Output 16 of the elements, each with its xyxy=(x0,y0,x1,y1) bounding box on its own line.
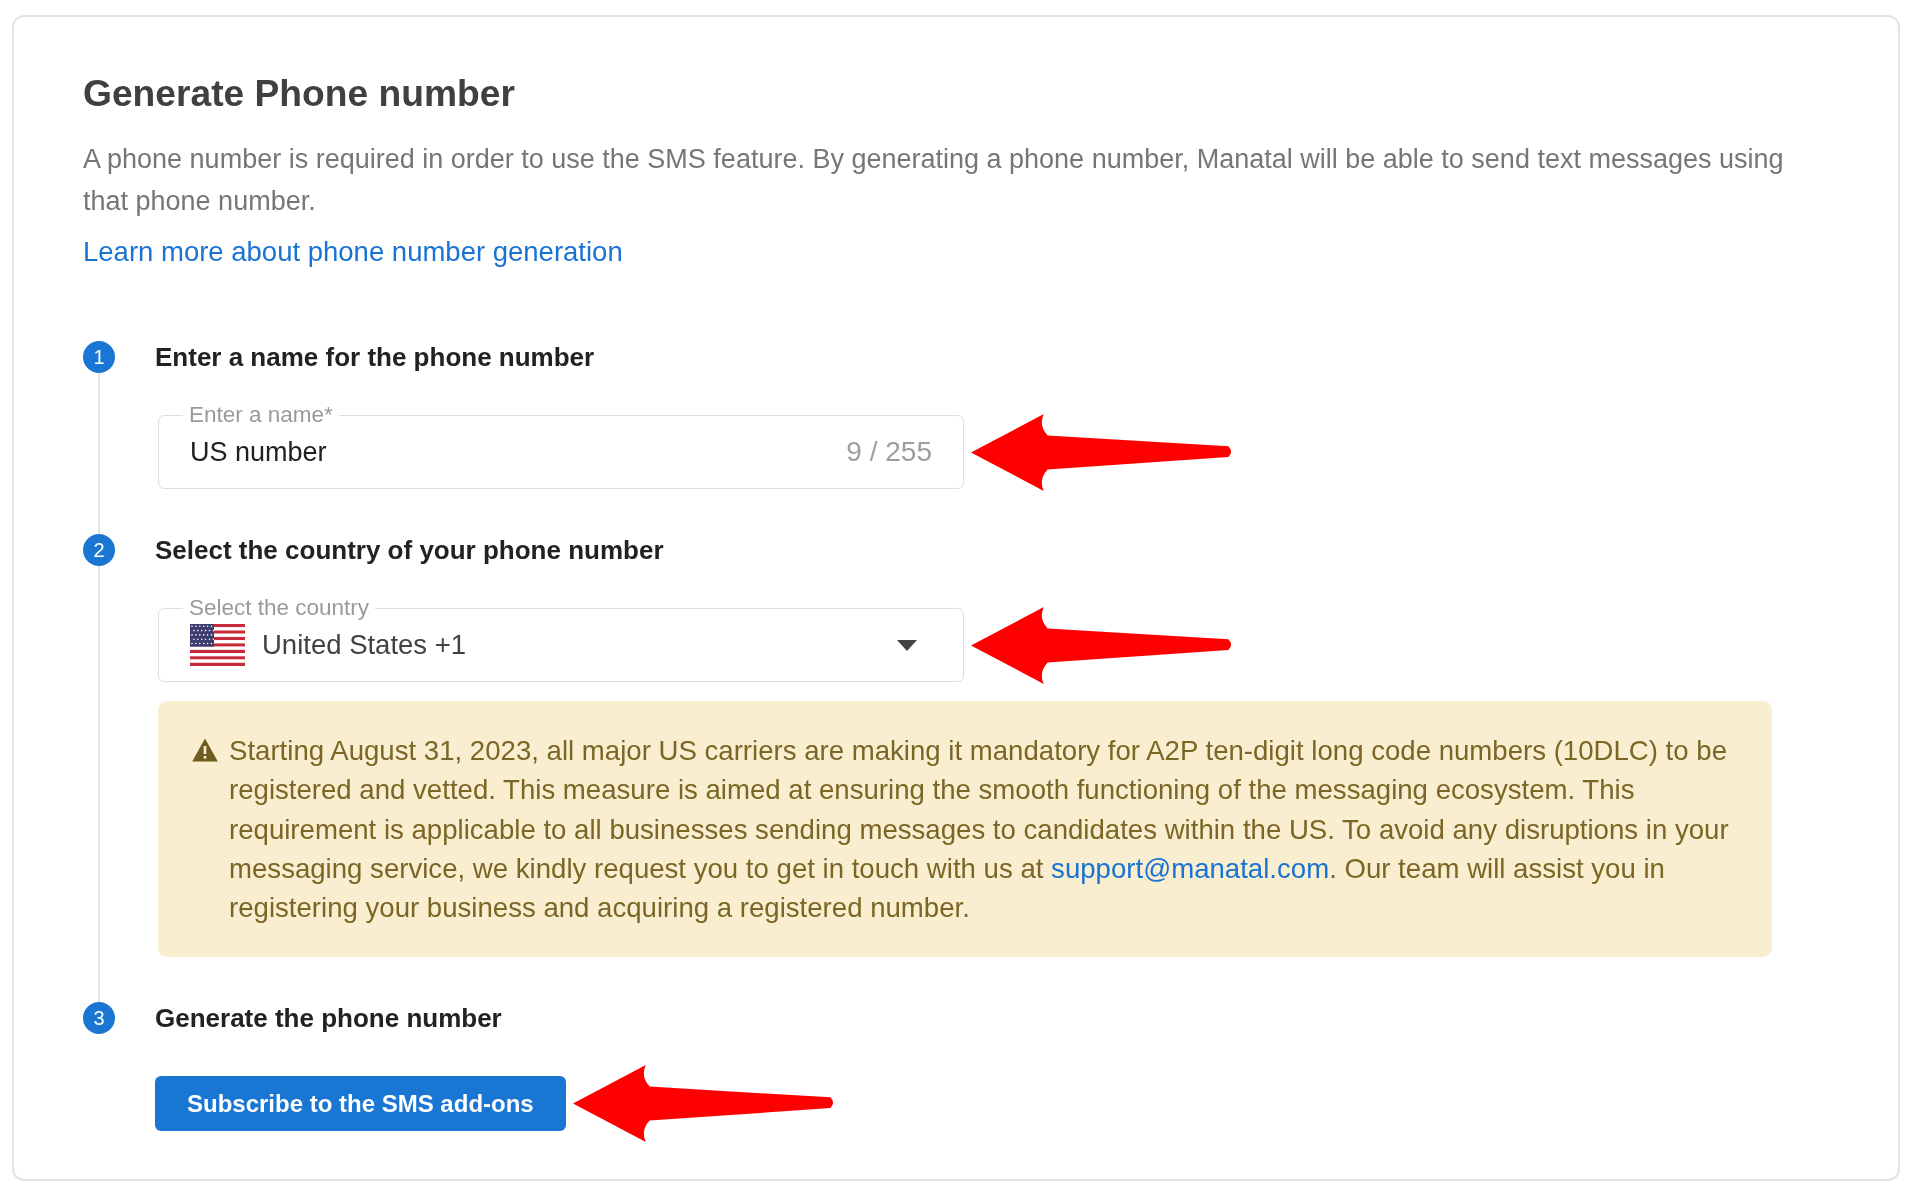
page-title: Generate Phone number xyxy=(83,72,515,114)
email-link[interactable]: support@manatal.com xyxy=(1051,852,1330,884)
description-text: A phone number is required in order to use the SMS feature. By generating a phone number, Manatal will be able to send text messages using that phone number. xyxy=(83,143,1785,218)
warning-icon xyxy=(192,738,218,762)
warning-text: Starting August 31, 2023, all major US carriers are making it mandatory for A2P ten-digit long code numbers (10DLC) to be registered and vetted. This measure is aimed at ensuring the smooth functioning of the messaging ecosystem. This requirement is applicable to all businesses sending messages to candidates within the US. To avoid any disruptions in your messaging service, we kindly request you to get in touch with us at support@manatal.com. Our team will assist you in registering your business and acquiring a registered number. xyxy=(229,734,1730,926)
step-number: 1 xyxy=(83,341,115,373)
subscribe-button[interactable]: Subscribe to the SMS add-ons xyxy=(155,1076,566,1132)
step-title: Enter a name for the phone number xyxy=(155,341,595,373)
step-number: 3 xyxy=(83,1002,115,1035)
step-number: 2 xyxy=(83,534,115,566)
character-counter: 9 / 255 xyxy=(846,437,932,467)
learn-more-link[interactable]: Learn more about phone number generation xyxy=(83,231,623,273)
step-title: Select the country of your phone number xyxy=(155,534,664,566)
step-title: Generate the phone number xyxy=(155,1002,502,1035)
flag-icon xyxy=(190,624,245,666)
caret-icon xyxy=(897,639,917,651)
